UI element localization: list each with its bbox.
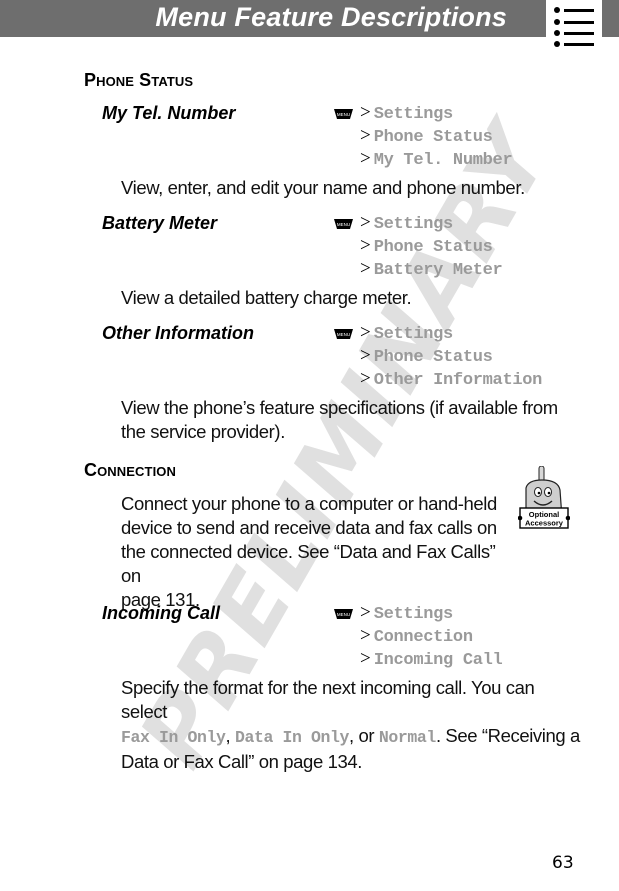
path-step: > Other Information bbox=[360, 368, 543, 390]
feature-title-battery-meter: Battery Meter bbox=[102, 213, 218, 233]
feature-description: View a detailed battery charge meter. bbox=[121, 287, 412, 308]
path-step: > My Tel. Number bbox=[360, 148, 513, 170]
feature-description: View the phone’s feature specifications … bbox=[121, 397, 558, 442]
svg-text:MENU: MENU bbox=[337, 112, 350, 117]
section-heading-phone-status: Phone Status bbox=[84, 70, 194, 90]
section-heading-connection: Connection bbox=[84, 460, 176, 480]
path-step: > Battery Meter bbox=[360, 258, 503, 280]
option-fax-in-only: Fax In Only bbox=[121, 728, 226, 747]
svg-text:Accessory: Accessory bbox=[525, 519, 564, 528]
menu-path: > Settings > Phone Status > Battery Meter bbox=[360, 211, 503, 280]
menu-key-icon: MENU bbox=[334, 329, 353, 339]
path-step: > Settings bbox=[360, 102, 453, 124]
svg-text:MENU: MENU bbox=[337, 222, 350, 227]
feature-title-my-tel-number: My Tel. Number bbox=[102, 103, 236, 123]
menu-path: > Settings > Connection > Incoming Call bbox=[360, 601, 503, 670]
svg-text:MENU: MENU bbox=[337, 332, 350, 337]
menu-key-icon: MENU bbox=[334, 609, 353, 619]
path-step: > Settings bbox=[360, 322, 453, 344]
svg-text:MENU: MENU bbox=[337, 612, 350, 617]
page-content: Phone Status My Tel. Number MENU > Settin… bbox=[0, 0, 619, 891]
path-step: > Connection bbox=[360, 625, 473, 647]
feature-description: Specify the format for the next incoming… bbox=[121, 677, 580, 772]
option-data-in-only: Data In Only bbox=[235, 728, 350, 747]
path-step: > Phone Status bbox=[360, 345, 493, 367]
path-step: > Incoming Call bbox=[360, 648, 503, 670]
menu-path: > Settings > Phone Status > My Tel. Number bbox=[360, 101, 513, 170]
optional-accessory-icon: Optional Accessory bbox=[517, 465, 571, 536]
option-normal: Normal bbox=[378, 728, 436, 747]
page-number: 63 bbox=[552, 853, 574, 873]
feature-title-incoming-call: Incoming Call bbox=[102, 603, 221, 623]
path-step: > Settings bbox=[360, 212, 453, 234]
section-intro: Connect your phone to a computer or hand… bbox=[121, 493, 497, 610]
path-step: > Settings bbox=[360, 602, 453, 624]
path-step: > Phone Status bbox=[360, 235, 493, 257]
feature-description: View, enter, and edit your name and phon… bbox=[121, 177, 525, 198]
menu-key-icon: MENU bbox=[334, 219, 353, 229]
path-step: > Phone Status bbox=[360, 125, 493, 147]
menu-path: > Settings > Phone Status > Other Informati… bbox=[360, 321, 542, 390]
menu-key-icon: MENU bbox=[334, 109, 353, 119]
feature-title-other-information: Other Information bbox=[102, 323, 254, 343]
